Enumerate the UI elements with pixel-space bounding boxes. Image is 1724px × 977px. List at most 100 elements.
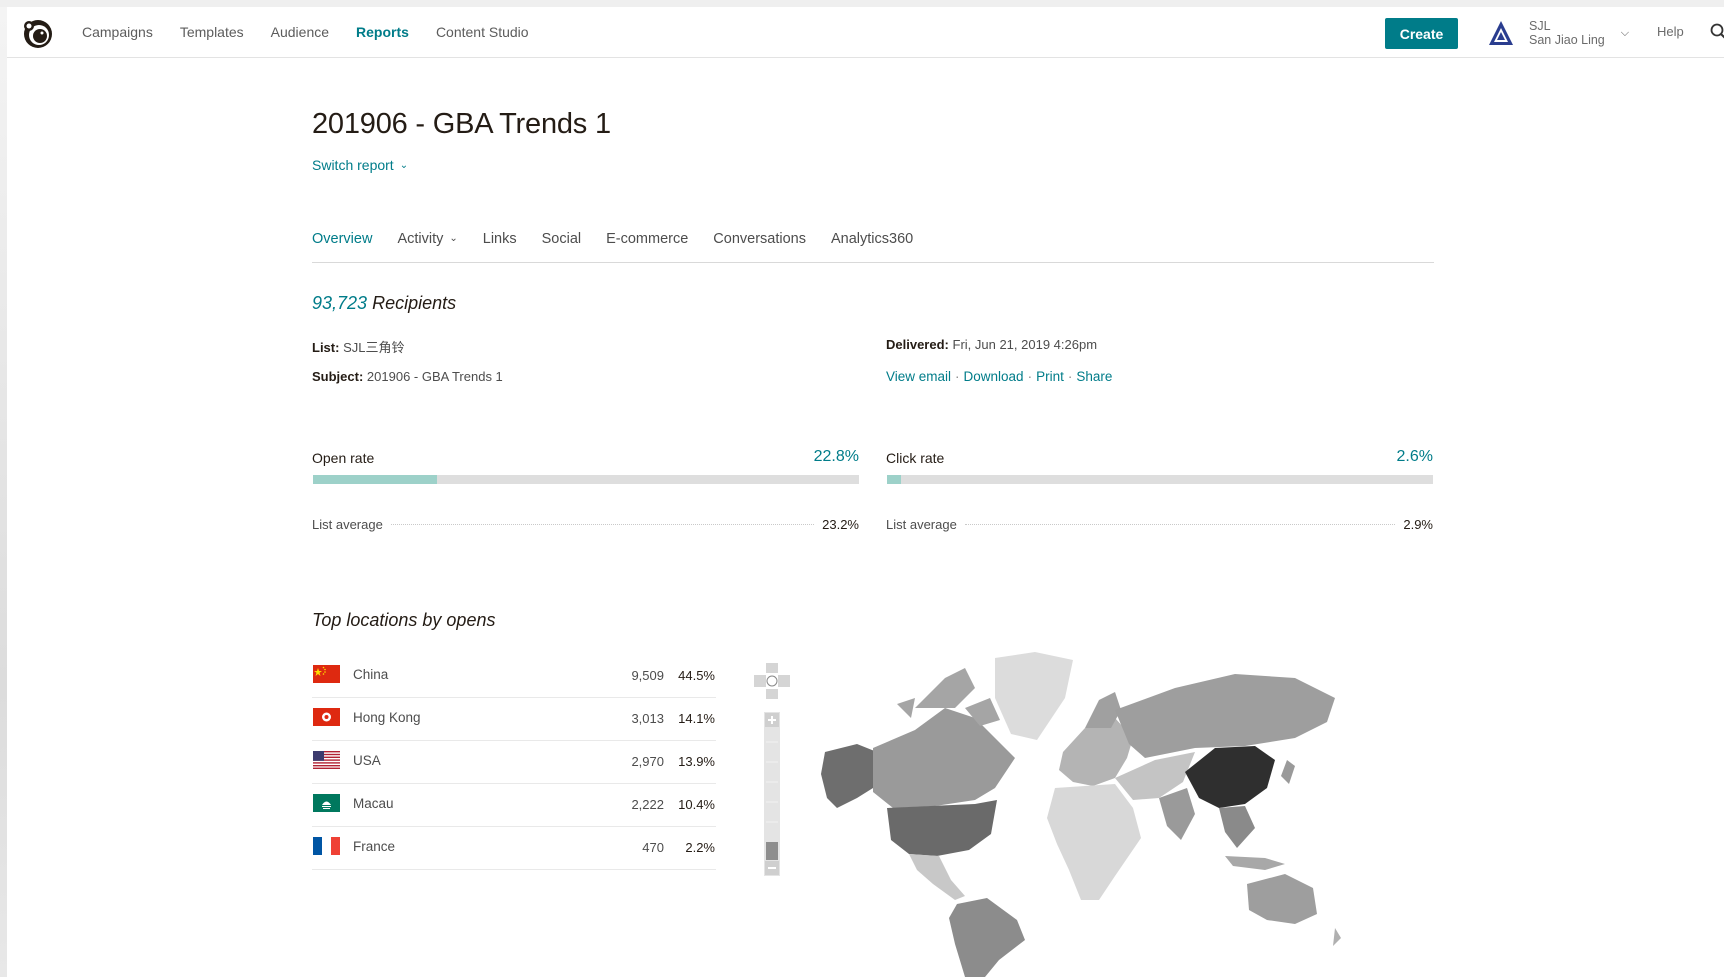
nav-audience[interactable]: Audience xyxy=(271,24,329,40)
download-link[interactable]: Download xyxy=(964,369,1024,384)
subject-value: 201906 - GBA Trends 1 xyxy=(366,369,503,384)
nav-content-studio[interactable]: Content Studio xyxy=(436,24,529,40)
china-flag-icon xyxy=(313,665,340,683)
list-info: List: SJL三角铃 xyxy=(312,337,404,356)
delivered-value: Fri, Jun 21, 2019 4:26pm xyxy=(952,337,1098,352)
account-avatar-icon xyxy=(1489,21,1513,45)
search-icon[interactable] xyxy=(1709,22,1724,42)
map-region-japan[interactable] xyxy=(1281,760,1295,784)
hong-kong-flag-icon xyxy=(313,708,340,726)
location-row-macau[interactable]: Macau 2,222 10.4% xyxy=(312,784,716,827)
location-count: 9,509 xyxy=(631,668,664,683)
account-menu[interactable]: SJL San Jiao Ling ⌵ xyxy=(1487,15,1629,51)
location-row-china[interactable]: China 9,509 44.5% xyxy=(312,655,716,698)
world-map[interactable] xyxy=(815,648,1375,977)
report-title: 201906 - GBA Trends 1 xyxy=(312,108,611,140)
location-row-france[interactable]: France 470 2.2% xyxy=(312,827,716,870)
recipients-label: Recipients xyxy=(372,293,457,313)
map-region-indonesia[interactable] xyxy=(1225,856,1285,870)
list-label: List: xyxy=(312,340,340,355)
separator: · xyxy=(955,369,960,384)
tab-overview[interactable]: Overview xyxy=(312,231,372,262)
click-rate-bar-fill xyxy=(887,475,902,484)
zoom-out-icon[interactable] xyxy=(765,861,779,875)
nav-campaigns[interactable]: Campaigns xyxy=(82,24,153,40)
location-percent: 44.5% xyxy=(678,668,715,683)
help-link[interactable]: Help xyxy=(1657,24,1684,39)
account-full-name: San Jiao Ling xyxy=(1529,33,1605,47)
map-region-russia[interactable] xyxy=(1115,674,1335,758)
map-region-south-america[interactable] xyxy=(949,898,1025,977)
open-rate-list-average: List average 23.2% xyxy=(312,517,859,532)
map-region-china[interactable] xyxy=(1185,746,1275,808)
view-email-link[interactable]: View email xyxy=(886,369,951,384)
zoom-slider-handle[interactable] xyxy=(766,842,778,860)
location-row-hong-kong[interactable]: Hong Kong 3,013 14.1% xyxy=(312,698,716,741)
tab-activity[interactable]: Activity ⌄ xyxy=(397,231,457,262)
top-navigation-bar: Campaigns Templates Audience Reports Con… xyxy=(7,7,1724,58)
location-row-usa[interactable]: USA 2,970 13.9% xyxy=(312,741,716,784)
share-link[interactable]: Share xyxy=(1076,369,1112,384)
account-names: SJL San Jiao Ling xyxy=(1529,19,1605,47)
dotted-leader xyxy=(390,524,815,525)
location-name: USA xyxy=(353,753,381,768)
switch-report-dropdown[interactable]: Switch report ⌄ xyxy=(312,157,408,173)
click-list-average-label: List average xyxy=(886,517,957,532)
location-count: 2,970 xyxy=(631,754,664,769)
map-region-australia[interactable] xyxy=(1247,874,1317,924)
location-name: France xyxy=(353,839,396,854)
location-count: 2,222 xyxy=(631,797,664,812)
map-region-greenland[interactable] xyxy=(995,652,1073,740)
open-rate-value: 22.8% xyxy=(813,448,859,465)
nav-reports[interactable]: Reports xyxy=(356,24,409,40)
map-region-new-zealand[interactable] xyxy=(1333,928,1341,946)
map-region-canada[interactable] xyxy=(873,708,1015,808)
tab-ecommerce[interactable]: E-commerce xyxy=(606,231,688,262)
map-region-mexico[interactable] xyxy=(909,854,965,900)
tab-links[interactable]: Links xyxy=(483,231,517,262)
dotted-leader xyxy=(964,524,1396,525)
nav-templates[interactable]: Templates xyxy=(180,24,244,40)
open-list-average-label: List average xyxy=(312,517,383,532)
mailchimp-logo-icon[interactable] xyxy=(21,16,55,50)
click-rate-label: Click rate xyxy=(886,450,945,466)
create-button[interactable]: Create xyxy=(1385,18,1458,49)
usa-flag-icon xyxy=(313,751,340,769)
location-name: China xyxy=(353,667,389,682)
map-region-usa[interactable] xyxy=(887,800,997,856)
click-list-average-value: 2.9% xyxy=(1403,517,1433,532)
delivered-info: Delivered: Fri, Jun 21, 2019 4:26pm xyxy=(886,337,1097,352)
tab-social[interactable]: Social xyxy=(542,231,582,262)
open-list-average-value: 23.2% xyxy=(822,517,859,532)
tab-conversations[interactable]: Conversations xyxy=(713,231,806,262)
chevron-down-icon: ⌵ xyxy=(1620,26,1630,39)
location-name: Macau xyxy=(353,796,394,811)
list-value: SJL三角铃 xyxy=(343,340,405,355)
open-rate-bar-fill xyxy=(313,475,438,484)
tab-analytics360[interactable]: Analytics360 xyxy=(831,231,913,262)
map-region-africa[interactable] xyxy=(1047,784,1141,900)
map-region-southeast-asia[interactable] xyxy=(1219,806,1255,848)
click-rate-value: 2.6% xyxy=(1396,448,1433,465)
top-locations-table: China 9,509 44.5% Hong Kong 3,013 14.1% … xyxy=(312,655,716,870)
chevron-down-icon: ⌄ xyxy=(399,160,409,171)
location-name: Hong Kong xyxy=(353,710,421,725)
report-actions: View email · Download · Print · Share xyxy=(886,369,1112,384)
map-zoom-controls xyxy=(754,663,790,876)
map-region-india[interactable] xyxy=(1159,788,1195,840)
france-flag-icon xyxy=(313,837,340,855)
zoom-in-icon[interactable] xyxy=(765,713,779,727)
top-border xyxy=(0,0,1724,7)
switch-report-label: Switch report xyxy=(312,157,394,173)
recipients-count[interactable]: 93,723 xyxy=(312,293,367,313)
chevron-down-icon: ⌄ xyxy=(449,233,458,244)
open-rate-bar xyxy=(313,475,859,484)
separator: · xyxy=(1027,369,1033,384)
subject-info: Subject: 201906 - GBA Trends 1 xyxy=(312,369,503,384)
tab-activity-label: Activity xyxy=(397,231,444,247)
map-region-alaska[interactable] xyxy=(821,744,877,808)
open-rate-label: Open rate xyxy=(312,450,375,466)
print-link[interactable]: Print xyxy=(1036,369,1064,384)
location-count: 3,013 xyxy=(631,711,664,726)
map-pan-icon[interactable] xyxy=(754,663,790,699)
